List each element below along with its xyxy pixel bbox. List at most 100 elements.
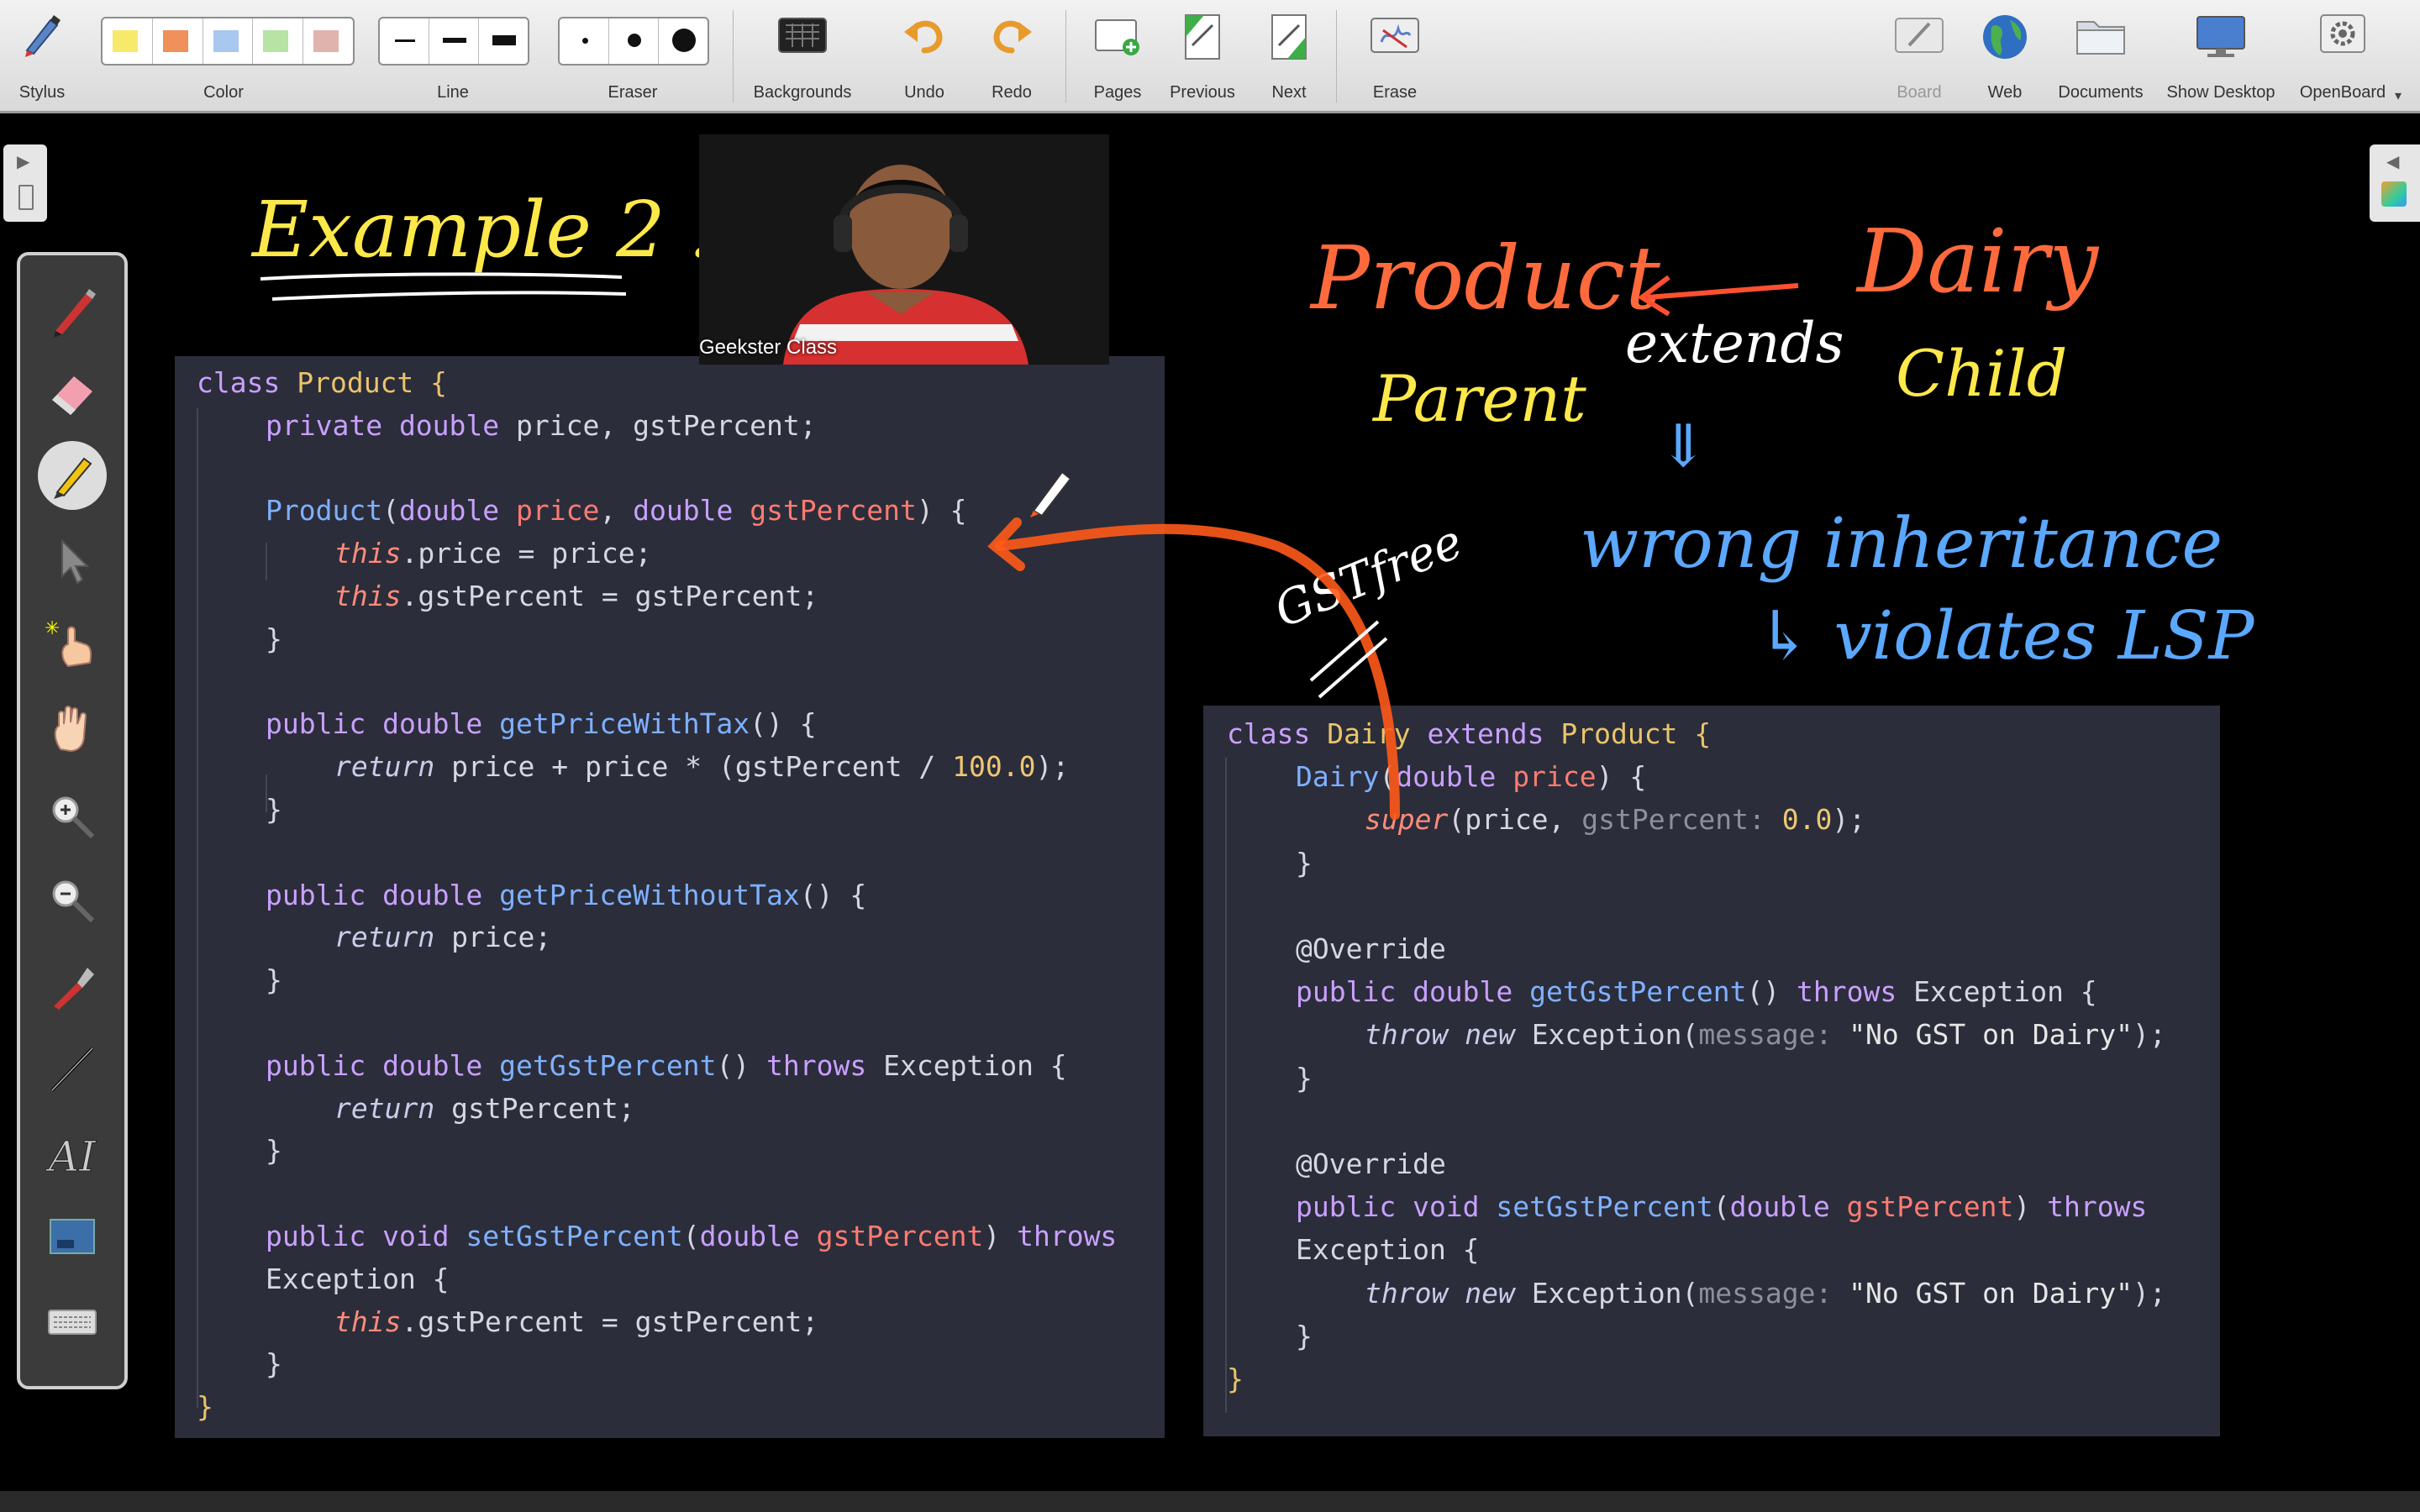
code-token: }: [197, 1390, 213, 1424]
code-token: }: [266, 1347, 282, 1381]
color-selector[interactable]: [101, 17, 355, 66]
pen-tool-button[interactable]: [35, 276, 109, 349]
code-token: }: [1227, 1362, 1244, 1395]
code-token: throws: [766, 1048, 884, 1082]
eraser-tool-button[interactable]: [35, 356, 109, 430]
code-token: public void: [266, 1220, 466, 1252]
code-token: Product: [297, 366, 414, 399]
code-token: double: [398, 494, 517, 528]
code-token: }: [266, 1134, 282, 1168]
redo-label: Redo: [992, 83, 1032, 102]
zoom-out-tool-button[interactable]: [35, 864, 109, 937]
code-token: ) {: [916, 494, 967, 528]
eraser-medium-option[interactable]: [609, 18, 659, 64]
line-width-selector[interactable]: [378, 17, 529, 66]
code-token: .gstPercent = gstPercent;: [401, 1305, 819, 1338]
code-token: 100.0: [952, 750, 1036, 784]
handwritten-product: Product: [1311, 227, 1660, 329]
code-line: }: [1296, 842, 1313, 885]
code-line: }: [266, 617, 282, 660]
code-token: "No GST on Dairy": [1849, 1276, 2133, 1310]
erase-button[interactable]: Erase: [1361, 0, 1428, 109]
code-token: throw new: [1365, 1276, 1532, 1310]
code-line: @Override: [1296, 927, 1446, 970]
show-desktop-button[interactable]: Show Desktop: [2160, 0, 2282, 109]
color-swatch-blue[interactable]: [203, 18, 254, 64]
code-token: }: [266, 793, 282, 826]
code-line: }: [266, 1129, 282, 1172]
stylus-button[interactable]: Stylus: [8, 0, 76, 109]
selector-tool-button[interactable]: [35, 524, 109, 598]
color-swatch-yellow[interactable]: [103, 18, 153, 64]
color-swatch-green[interactable]: [253, 18, 304, 64]
code-token: throws: [1797, 975, 1914, 1009]
code-token: private double: [266, 408, 517, 442]
settings-gear-icon: [2320, 14, 2365, 53]
right-panel-toggle[interactable]: ◀: [2370, 144, 2420, 222]
toolbar-overflow-chevron-icon[interactable]: ▾: [2395, 87, 2402, 103]
code-token: 0.0: [1781, 803, 1833, 837]
web-button[interactable]: Web: [1971, 0, 2039, 109]
screenshot-tool-button[interactable]: [35, 1201, 109, 1275]
documents-label: Documents: [2058, 83, 2144, 102]
handwritten-wrong-inheritance: wrong inheritance: [1580, 504, 2223, 584]
line-thick-option[interactable]: [479, 18, 528, 64]
board-button[interactable]: Board: [1886, 0, 1953, 109]
color-swatch-pink[interactable]: [303, 18, 353, 64]
code-token: }: [266, 963, 282, 997]
desktop-icon: [2196, 16, 2245, 57]
redo-button[interactable]: Redo: [978, 0, 1045, 109]
documents-button[interactable]: Documents: [2050, 0, 2151, 109]
pages-button[interactable]: Pages: [1084, 0, 1151, 109]
line-thin-option[interactable]: [380, 18, 429, 64]
left-panel-toggle[interactable]: ▶: [3, 144, 47, 222]
keyboard-tool-button[interactable]: [35, 1285, 109, 1359]
undo-button[interactable]: Undo: [891, 0, 958, 109]
code-line: }: [1227, 1357, 1244, 1400]
code-token: Exception {: [266, 1262, 450, 1295]
code-token: }: [266, 622, 282, 655]
text-tool-button[interactable]: AI: [35, 1117, 109, 1191]
line-tool-button[interactable]: [35, 1032, 109, 1105]
code-token: );: [1832, 803, 1866, 837]
code-token: (): [716, 1048, 767, 1082]
line-medium-option[interactable]: [429, 18, 479, 64]
next-label: Next: [1271, 83, 1307, 102]
code-token: this: [334, 1305, 402, 1338]
capture-tool-button[interactable]: [35, 949, 109, 1023]
code-line: this.gstPercent = gstPercent;: [334, 1300, 818, 1343]
color-swatch-orange[interactable]: [153, 18, 203, 64]
play-arrow-icon: ▶: [17, 151, 30, 171]
bottom-bar: [0, 1491, 2420, 1512]
code-token: ): [2013, 1190, 2048, 1224]
code-line: Product(double price, double gstPercent)…: [266, 489, 967, 532]
laser-pointer-tool-button[interactable]: ✳: [35, 608, 109, 682]
zoom-in-tool-button[interactable]: [35, 780, 109, 853]
code-token: Exception {: [883, 1048, 1067, 1082]
marker-tool-button[interactable]: [35, 438, 109, 512]
code-token: public double: [266, 1048, 500, 1082]
code-token: super: [1365, 803, 1449, 837]
openboard-button[interactable]: OpenBoard: [2291, 0, 2395, 109]
pen-icon: [54, 289, 96, 338]
code-token: (: [1379, 760, 1397, 794]
code-token: message:: [1698, 1018, 1849, 1052]
code-token: ,: [599, 494, 634, 528]
code-token: ): [983, 1220, 1018, 1252]
code-token: throws: [2047, 1190, 2148, 1224]
code-token: price + price * (gstPercent /: [451, 750, 953, 784]
next-button[interactable]: Next: [1255, 0, 1323, 109]
code-token: return: [334, 1091, 452, 1125]
product-class-code-panel: class Product {private double price, gst…: [175, 356, 1165, 1438]
eraser-large-option[interactable]: [659, 18, 708, 64]
eraser-size-selector[interactable]: [558, 17, 709, 66]
stylus-icon: [25, 15, 60, 57]
eraser-small-option[interactable]: [560, 18, 609, 64]
backgrounds-button[interactable]: Backgrounds: [739, 0, 865, 109]
code-line: public void setGstPercent(double gstPerc…: [1296, 1185, 2147, 1228]
hand-tool-button[interactable]: [35, 692, 109, 766]
code-token: gstPercent;: [451, 1091, 635, 1125]
code-token: public double: [266, 707, 500, 741]
previous-button[interactable]: Previous: [1165, 0, 1240, 109]
code-token: getPriceWithoutTax: [499, 878, 800, 911]
